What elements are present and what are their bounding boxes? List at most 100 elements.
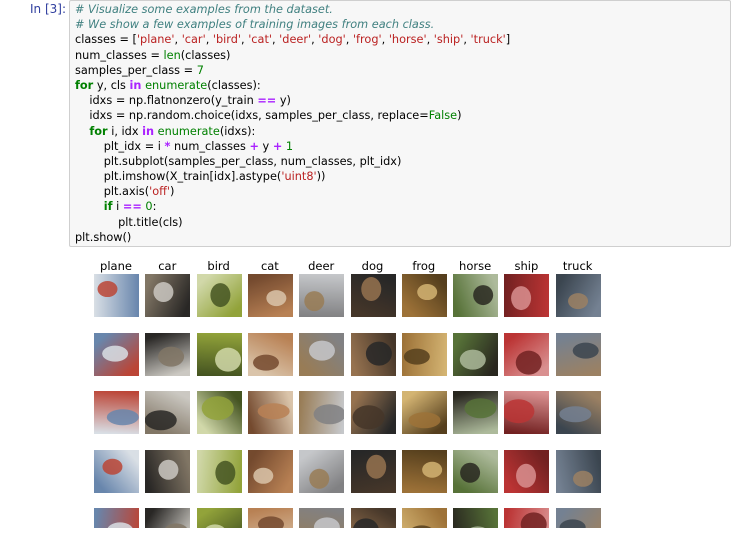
code-token: num_classes = [75,48,164,62]
code-token: + [249,139,259,153]
code-token: ] [505,33,511,47]
code-line: # Visualize some examples from the datas… [75,2,510,17]
sample-image [555,333,601,376]
code-token: plt.subplot(samples_per_class, num_class… [75,154,402,168]
thumbnail-pixels [145,333,191,376]
sample-image [453,274,499,317]
sample-image [196,508,242,528]
code-token: in [142,124,155,138]
thumbnail-pixels [401,274,447,317]
code-token: if [103,200,113,214]
thumbnail-pixels [504,274,550,317]
sample-image [247,274,293,317]
cell-prompt: In [3]: [30,2,66,16]
sample-image [94,274,139,317]
code-token: enumerate [157,124,220,138]
thumbnail-pixels [247,333,293,376]
sample-image [94,450,139,493]
code-token: 'frog' [352,33,382,47]
sample-image [196,450,242,493]
thumbnail-pixels [247,450,293,493]
code-token: 'horse' [388,33,427,47]
code-token: == [257,94,277,108]
sample-image [299,391,345,434]
thumbnail-pixels [145,508,191,528]
sample-image [555,274,601,317]
code-line: plt.title(cls) [75,215,510,230]
code-token: plt.axis( [75,185,150,199]
code-line: num_classes = len(classes) [75,48,510,63]
thumbnail-pixels [196,508,242,528]
code-token: 'car' [181,33,206,47]
thumbnail-pixels [196,274,242,317]
code-token: 'cat' [248,33,272,47]
code-token: for [89,124,108,138]
sample-image [94,391,139,434]
code-line: # We show a few examples of training ima… [75,17,510,32]
sample-image [145,333,191,376]
code-token: , [174,33,182,47]
code-token: y, cls [93,78,130,92]
thumbnail-pixels [504,391,550,434]
sample-image [401,274,447,317]
thumbnail-pixels [350,391,396,434]
class-title: truck [562,259,593,273]
sample-image [504,391,550,434]
code-token: 'truck' [470,33,506,47]
sample-image [401,450,447,493]
code-token: 'ship' [433,33,464,47]
sample-image [247,508,293,528]
code-line: for y, cls in enumerate(classes): [75,78,510,93]
code-token: 7 [196,63,204,77]
sample-image [350,333,396,376]
code-token: (classes) [180,48,231,62]
code-token: False [428,109,458,123]
thumbnail-pixels [299,333,345,376]
code-token: for [75,78,94,92]
sample-image [350,391,396,434]
code-line: plt.show() [75,230,510,245]
code-token: 0 [145,200,153,214]
thumbnail-pixels [196,450,242,493]
thumbnail-pixels [401,333,447,376]
code-line: if i == 0: [75,199,510,214]
sample-image [145,508,191,528]
code-token: plt_idx = i [75,139,165,153]
thumbnail-pixels [453,508,499,528]
code-token: ) [457,109,462,123]
code-token: 'uint8' [281,170,317,184]
code-token: enumerate [145,78,208,92]
thumbnail-pixels [247,391,293,434]
thumbnail-pixels [401,450,447,493]
thumbnail-pixels [350,274,396,317]
code-token: 'bird' [212,33,242,47]
sample-image [453,450,499,493]
sample-image [247,450,293,493]
code-editor[interactable]: # Visualize some examples from the datas… [75,2,510,245]
thumbnail-pixels [145,450,191,493]
cell-output: plane car bird cat deer dog frog horse ship truck [0,250,731,537]
sample-image [453,508,499,528]
sample-image [504,274,550,317]
code-line: for i, idx in enumerate(idxs): [75,124,510,139]
sample-image [555,508,601,528]
code-token: 'off' [149,185,171,199]
thumbnail-pixels [504,333,550,376]
thumbnail-pixels [247,508,293,528]
sample-image [401,508,447,528]
code-line: plt_idx = i * num_classes + y + 1 [75,139,510,154]
thumbnail-pixels [196,391,242,434]
thumbnail-pixels [196,333,242,376]
code-line: samples_per_class = 7 [75,63,510,78]
sample-image [453,391,499,434]
thumbnail-pixels [453,450,499,493]
thumbnail-pixels [145,274,191,317]
thumbnail-pixels [350,508,396,528]
sample-image [401,391,447,434]
code-line: plt.imshow(X_train[idx].astype('uint8')) [75,169,510,184]
sample-image [299,450,345,493]
sample-image [401,333,447,376]
code-token: )) [316,170,326,184]
thumbnail-pixels [94,333,139,376]
